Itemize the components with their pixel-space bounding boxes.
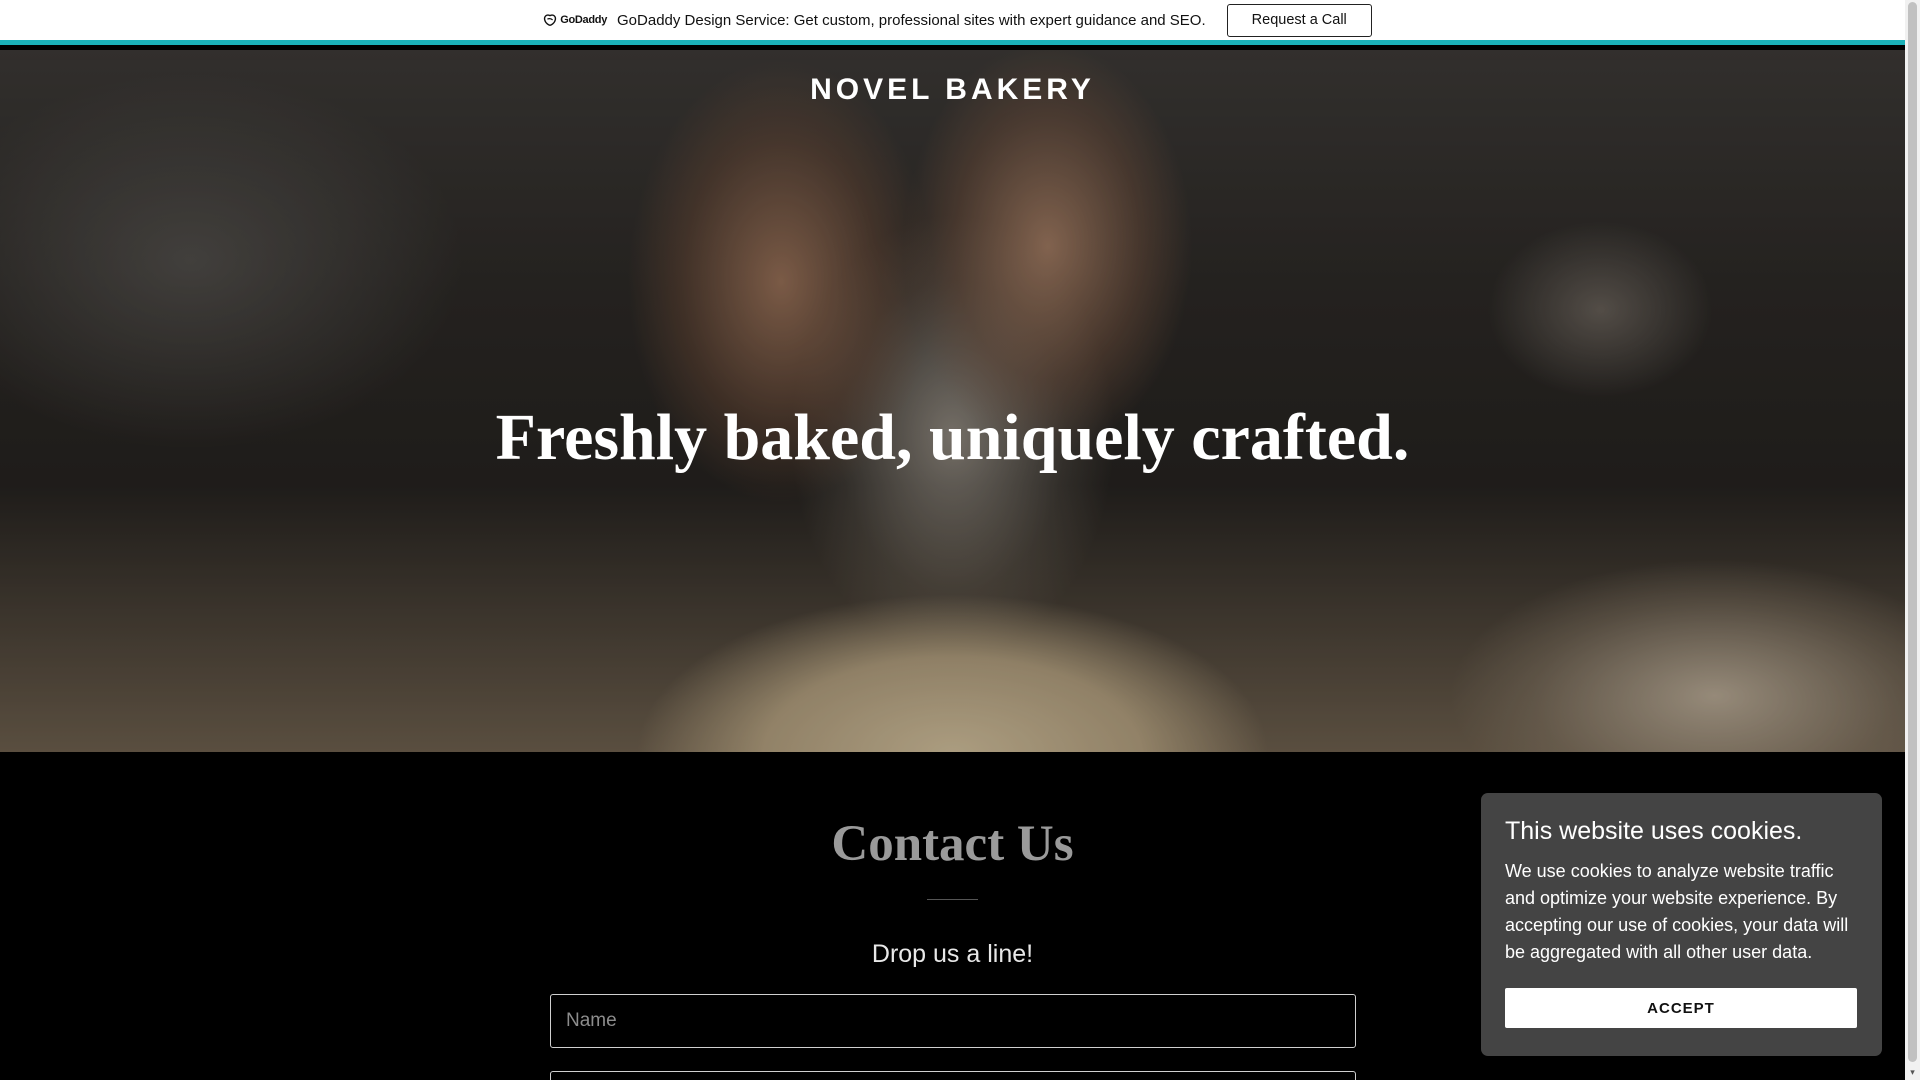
name-input[interactable]	[550, 994, 1356, 1048]
email-input[interactable]	[550, 1071, 1356, 1080]
godaddy-logo-icon	[544, 14, 557, 26]
page-scrollbar[interactable]: ▾	[1905, 0, 1920, 1080]
promo-message: GoDaddy Design Service: Get custom, prof…	[617, 11, 1206, 29]
promo-banner: GoDaddy GoDaddy Design Service: Get cust…	[0, 0, 1905, 45]
accept-cookies-button[interactable]: ACCEPT	[1505, 988, 1857, 1028]
chevron-down-icon[interactable]: ▾	[1908, 1068, 1917, 1077]
godaddy-logo-text: GoDaddy	[560, 14, 608, 26]
request-call-button[interactable]: Request a Call	[1226, 3, 1372, 37]
cookie-title: This website uses cookies.	[1505, 817, 1803, 845]
cookie-message: We use cookies to analyze website traffi…	[1505, 861, 1849, 962]
section-divider	[927, 899, 978, 900]
hero-heading: Freshly baked, uniquely crafted.	[495, 401, 1410, 474]
godaddy-logo[interactable]: GoDaddy	[543, 13, 607, 27]
hero-section: NOVEL BAKERY Freshly baked, uniquely cra…	[0, 50, 1905, 752]
cookie-banner: This website uses cookies. We use cookie…	[1481, 793, 1882, 1056]
scrollbar-thumb[interactable]	[1908, 2, 1917, 1062]
promo-content: GoDaddy GoDaddy Design Service: Get cust…	[543, 3, 1372, 37]
site-title[interactable]: NOVEL BAKERY	[0, 73, 1905, 107]
